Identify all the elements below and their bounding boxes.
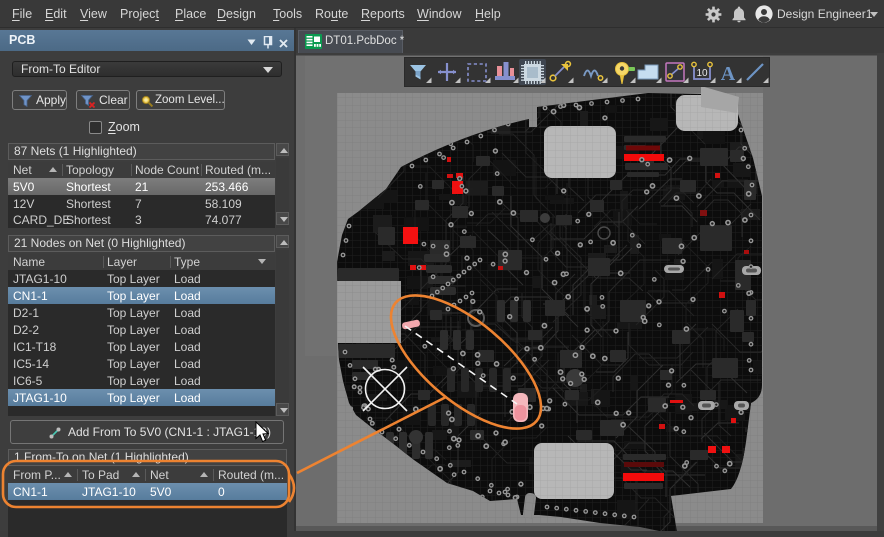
svg-text:A: A — [721, 63, 736, 85]
svg-text:10: 10 — [696, 68, 708, 79]
